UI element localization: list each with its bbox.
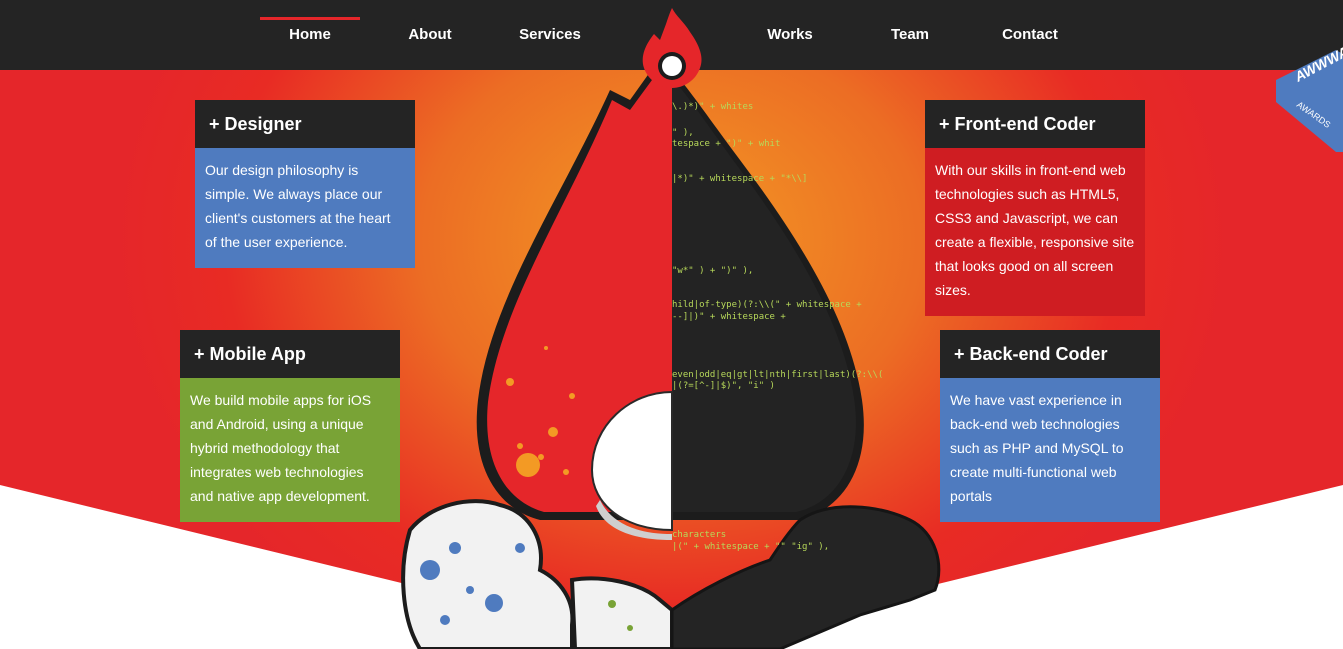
- service-card-front-end: + Front-end Coder With our skills in fro…: [925, 100, 1145, 316]
- flame-logo-icon[interactable]: [636, 6, 708, 92]
- hero-section: \.)*)" + whites " ), tespace + ")" + whi…: [0, 0, 1343, 649]
- awwwards-badge[interactable]: AWWWARDS AWARDS: [1266, 42, 1343, 152]
- nav-about[interactable]: About: [380, 17, 480, 53]
- service-card-back-end: + Back-end Coder We have vast experience…: [940, 330, 1160, 522]
- flame-mascot-illustration: [401, 70, 941, 649]
- nav-services[interactable]: Services: [500, 17, 600, 53]
- service-card-designer: + Designer Our design philosophy is simp…: [195, 100, 415, 268]
- card-title: + Mobile App: [180, 330, 400, 378]
- nav-home[interactable]: Home: [260, 17, 360, 53]
- card-text: With our skills in front-end web technol…: [925, 148, 1145, 316]
- nav-works[interactable]: Works: [740, 17, 840, 53]
- nav-team[interactable]: Team: [860, 17, 960, 53]
- card-text: Our design philosophy is simple. We alwa…: [195, 148, 415, 268]
- service-card-mobile-app: + Mobile App We build mobile apps for iO…: [180, 330, 400, 522]
- card-title: + Front-end Coder: [925, 100, 1145, 148]
- card-text: We have vast experience in back-end web …: [940, 378, 1160, 522]
- card-title: + Designer: [195, 100, 415, 148]
- card-text: We build mobile apps for iOS and Android…: [180, 378, 400, 522]
- card-title: + Back-end Coder: [940, 330, 1160, 378]
- nav-contact[interactable]: Contact: [980, 17, 1080, 53]
